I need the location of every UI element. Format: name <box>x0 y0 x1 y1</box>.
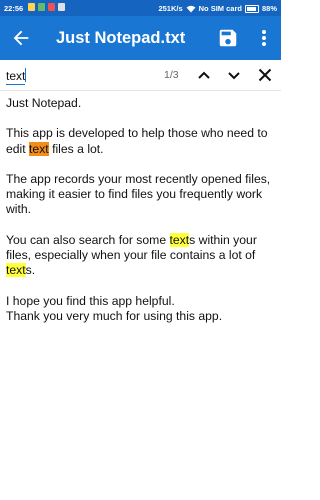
battery-percent: 88% <box>261 4 277 13</box>
more-vert-icon[interactable] <box>257 27 271 49</box>
paragraph-5: I hope you find this app helpful. Thank y… <box>6 294 274 324</box>
close-icon[interactable] <box>255 65 275 85</box>
paragraph-1: Just Notepad. <box>6 96 274 111</box>
text-cursor <box>25 68 27 82</box>
notification-icons <box>28 3 65 11</box>
paragraph-4: You can also search for some texts withi… <box>6 232 274 279</box>
text-run: Thank you very much for using this app. <box>6 308 223 323</box>
page-title: Just Notepad.txt <box>56 29 186 47</box>
back-arrow-icon[interactable] <box>10 27 32 49</box>
search-match: text <box>169 232 190 247</box>
save-icon[interactable] <box>217 27 239 49</box>
status-bar: 22:56 251K/s No SIM card 88% <box>0 0 281 16</box>
text-run: You can also search for some <box>6 232 170 247</box>
notification-icon <box>48 3 55 11</box>
notification-icon <box>38 3 45 11</box>
notification-icon <box>28 3 35 11</box>
paragraph-2: This app is developed to help those who … <box>6 126 274 156</box>
search-match: text <box>6 263 26 278</box>
network-speed: 251K/s <box>158 4 183 13</box>
text-run: The app records your most recently opene… <box>6 171 271 217</box>
text-run: files a lot. <box>48 141 104 156</box>
search-input[interactable]: text <box>6 68 156 85</box>
notification-icon <box>58 3 65 11</box>
text-run: Just Notepad. <box>6 96 82 110</box>
document-text[interactable]: Just Notepad. This app is developed to h… <box>6 96 274 339</box>
sim-status: No SIM card <box>198 4 242 13</box>
paragraph-3: The app records your most recently opene… <box>6 172 274 218</box>
battery-icon <box>244 4 259 13</box>
text-run: s. <box>25 263 36 278</box>
match-count: 1/3 <box>164 69 179 81</box>
current-search-match: text <box>29 141 49 156</box>
status-time: 22:56 <box>4 4 24 13</box>
search-query: text <box>6 69 26 85</box>
app-toolbar: Just Notepad.txt <box>0 16 281 60</box>
chevron-up-icon[interactable] <box>194 65 214 85</box>
text-run: I hope you find this app helpful. <box>6 293 175 308</box>
search-bar: text 1/3 <box>0 60 281 91</box>
status-right: 251K/s No SIM card 88% <box>158 4 277 13</box>
chevron-down-icon[interactable] <box>224 65 244 85</box>
wifi-icon <box>186 5 196 12</box>
